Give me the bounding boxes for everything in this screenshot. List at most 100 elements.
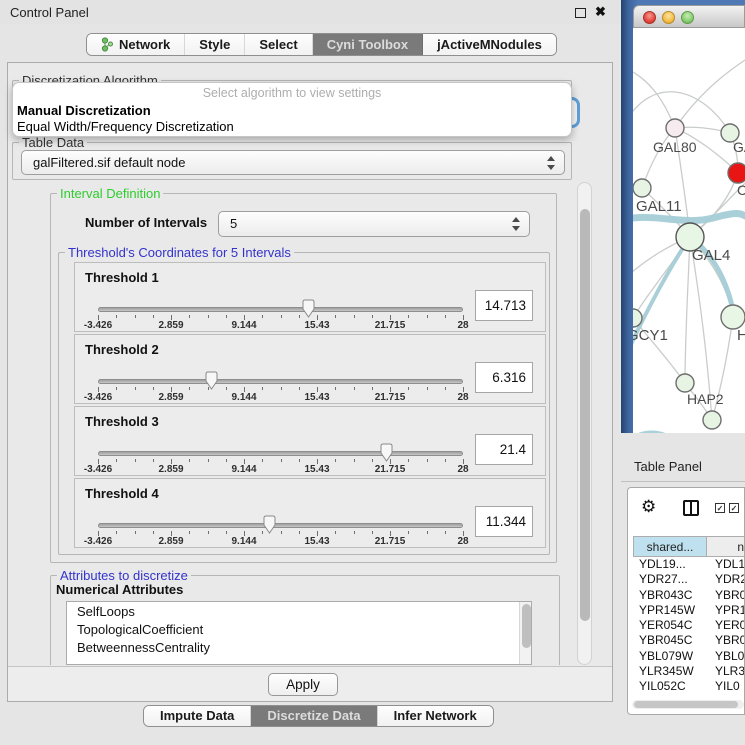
threshold-1-value-field[interactable]: 14.713 — [475, 290, 533, 321]
tab-jactivemnodules[interactable]: jActiveMNodules — [423, 34, 556, 55]
split-columns-icon[interactable] — [683, 500, 699, 516]
tab-network-label: Network — [119, 37, 170, 52]
algorithm-option-manual-discretization[interactable]: Manual Discretization — [17, 103, 151, 118]
tab-discretize-data[interactable]: Discretize Data — [251, 706, 377, 726]
threshold-2-value-field[interactable]: 6.316 — [475, 362, 533, 393]
table-data-combobox-value: galFiltered.sif default node — [33, 155, 185, 170]
network-graph: GAL80 GA C GAL11 GAL4 GCY1 H HAP2 — [633, 28, 745, 433]
cell-name[interactable]: YDL1 — [707, 557, 745, 572]
cell-name[interactable]: YBL0 — [707, 649, 745, 664]
cell-name[interactable]: YBR0 — [707, 633, 745, 648]
cell-name[interactable]: YDR2 — [707, 572, 745, 587]
number-of-intervals-combobox[interactable]: 5 — [218, 211, 530, 237]
numerical-attributes-list[interactable]: SelfLoops TopologicalCoefficient Between… — [66, 601, 532, 665]
table-panel-header: Table Panel — [621, 433, 745, 482]
threshold-4-panel: Threshold 4 -3.4262.8599.14415.4321.7152… — [74, 478, 546, 548]
node-label-c-clipped: C — [737, 182, 745, 198]
cell-name[interactable]: YPR1 — [707, 603, 745, 618]
cell-shared-name[interactable]: YBL079W — [633, 649, 707, 664]
tab-infer-network[interactable]: Infer Network — [378, 706, 493, 726]
cell-shared-name[interactable]: YIL052C — [633, 679, 707, 694]
table-header-row: shared... na — [633, 536, 745, 557]
threshold-1-slider-thumb[interactable] — [301, 299, 316, 318]
cell-shared-name[interactable]: YBR043C — [633, 588, 707, 603]
network-window-titlebar[interactable] — [633, 5, 745, 28]
table-row[interactable]: YDL19...YDL1 — [633, 557, 745, 572]
table-data-group: Table Data galFiltered.sif default node — [12, 142, 572, 180]
table-row[interactable]: YBR045CYBR0 — [633, 633, 745, 648]
network-canvas[interactable]: GAL80 GA C GAL11 GAL4 GCY1 H HAP2 — [633, 28, 745, 433]
table-data-combobox[interactable]: galFiltered.sif default node — [21, 150, 565, 175]
table-row[interactable]: YLR345WYLR3 — [633, 664, 745, 679]
close-icon[interactable]: ✖ — [595, 4, 606, 20]
cell-shared-name[interactable]: YBR045C — [633, 633, 707, 648]
control-panel-tab-bar: Network Style Select Cyni Toolbox jActiv… — [86, 33, 557, 56]
close-traffic-light-icon[interactable] — [643, 11, 656, 24]
apply-row: Apply — [8, 666, 612, 701]
apply-button[interactable]: Apply — [268, 673, 338, 696]
minimize-traffic-light-icon[interactable] — [662, 11, 675, 24]
tab-style[interactable]: Style — [185, 34, 245, 55]
network-icon — [101, 37, 114, 52]
algorithm-popup-hint: Select algorithm to view settings — [13, 86, 571, 100]
cell-name[interactable]: YBR0 — [707, 588, 745, 603]
threshold-2-panel: Threshold 2 -3.4262.8599.14415.4321.7152… — [74, 334, 546, 404]
algorithm-option-equal-width-frequency[interactable]: Equal Width/Frequency Discretization — [17, 119, 234, 134]
node-label-h-clipped: H — [737, 327, 745, 344]
threshold-3-slider-thumb[interactable] — [379, 443, 394, 462]
table-row[interactable]: YBR043CYBR0 — [633, 588, 745, 603]
cell-name[interactable]: YLR3 — [707, 664, 745, 679]
combobox-stepper-icon — [512, 217, 520, 231]
tab-impute-data[interactable]: Impute Data — [144, 706, 251, 726]
cell-shared-name[interactable]: YER054C — [633, 618, 707, 633]
table-row[interactable]: YER054CYER0 — [633, 618, 745, 633]
table-rows: YDL19...YDL1 YDR27...YDR2 YBR043CYBR0 YP… — [633, 557, 745, 697]
threshold-4-slider-thumb[interactable] — [262, 515, 277, 534]
table-horizontal-scrollbar[interactable] — [632, 700, 744, 709]
threshold-1-panel: Threshold 1 -3.4262.8599.14415.4321.7152… — [74, 262, 546, 332]
settings-vertical-scrollbar[interactable] — [577, 182, 592, 665]
node-bottom[interactable] — [703, 411, 721, 429]
table-row[interactable]: YIL052CYIL0 — [633, 679, 745, 694]
node-label-gcy1: GCY1 — [633, 327, 668, 344]
table-row[interactable]: YDR27...YDR2 — [633, 572, 745, 587]
number-of-intervals-value: 5 — [230, 216, 237, 231]
node-red-selected[interactable] — [728, 163, 745, 183]
list-item-topologicalcoefficient[interactable]: TopologicalCoefficient — [67, 620, 531, 638]
zoom-traffic-light-icon[interactable] — [681, 11, 694, 24]
cyni-bottom-tab-bar: Impute Data Discretize Data Infer Networ… — [143, 705, 494, 727]
tab-network[interactable]: Network — [87, 34, 185, 55]
table-panel-title: Table Panel — [634, 459, 702, 474]
threshold-4-value-field[interactable]: 11.344 — [475, 506, 533, 537]
tab-select[interactable]: Select — [245, 34, 312, 55]
cell-shared-name[interactable]: YPR145W — [633, 603, 707, 618]
cell-shared-name[interactable]: YDL19... — [633, 557, 707, 572]
cell-shared-name[interactable]: YDR27... — [633, 572, 707, 587]
thresholds-group-label: Threshold's Coordinates for 5 Intervals — [65, 245, 294, 260]
column-header-name[interactable]: na — [707, 536, 745, 557]
node-gal80[interactable] — [666, 119, 684, 137]
table-row[interactable]: YBL079WYBL0 — [633, 649, 745, 664]
table-row[interactable]: YPR145WYPR1 — [633, 603, 745, 618]
checkbox-icon[interactable]: ✓ — [729, 503, 739, 513]
node-gal11[interactable] — [633, 179, 651, 197]
tab-cyni-toolbox[interactable]: Cyni Toolbox — [313, 34, 423, 55]
threshold-3-panel: Threshold 3 -3.4262.8599.14415.4321.7152… — [74, 406, 546, 476]
cell-name[interactable]: YIL0 — [707, 679, 745, 694]
gear-icon[interactable]: ⚙ — [641, 497, 656, 517]
threshold-3-value-field[interactable]: 21.4 — [475, 434, 533, 465]
cell-shared-name[interactable]: YLR345W — [633, 664, 707, 679]
network-window: GAL80 GA C GAL11 GAL4 GCY1 H HAP2 — [633, 5, 745, 433]
checkbox-icon[interactable]: ✓ — [715, 503, 725, 513]
threshold-2-slider-thumb[interactable] — [204, 371, 219, 390]
cell-name[interactable]: YER0 — [707, 618, 745, 633]
node-hap2[interactable] — [676, 374, 694, 392]
attributes-list-scrollbar[interactable] — [519, 602, 532, 665]
numerical-attributes-label: Numerical Attributes — [56, 582, 183, 597]
list-item-selfloops[interactable]: SelfLoops — [67, 602, 531, 620]
float-window-icon[interactable] — [575, 8, 586, 18]
list-item-betweennesscentrality[interactable]: BetweennessCentrality — [67, 638, 531, 656]
node-label-gal4: GAL4 — [692, 247, 730, 264]
node-h[interactable] — [721, 305, 745, 329]
column-header-shared-name[interactable]: shared... — [633, 536, 707, 557]
